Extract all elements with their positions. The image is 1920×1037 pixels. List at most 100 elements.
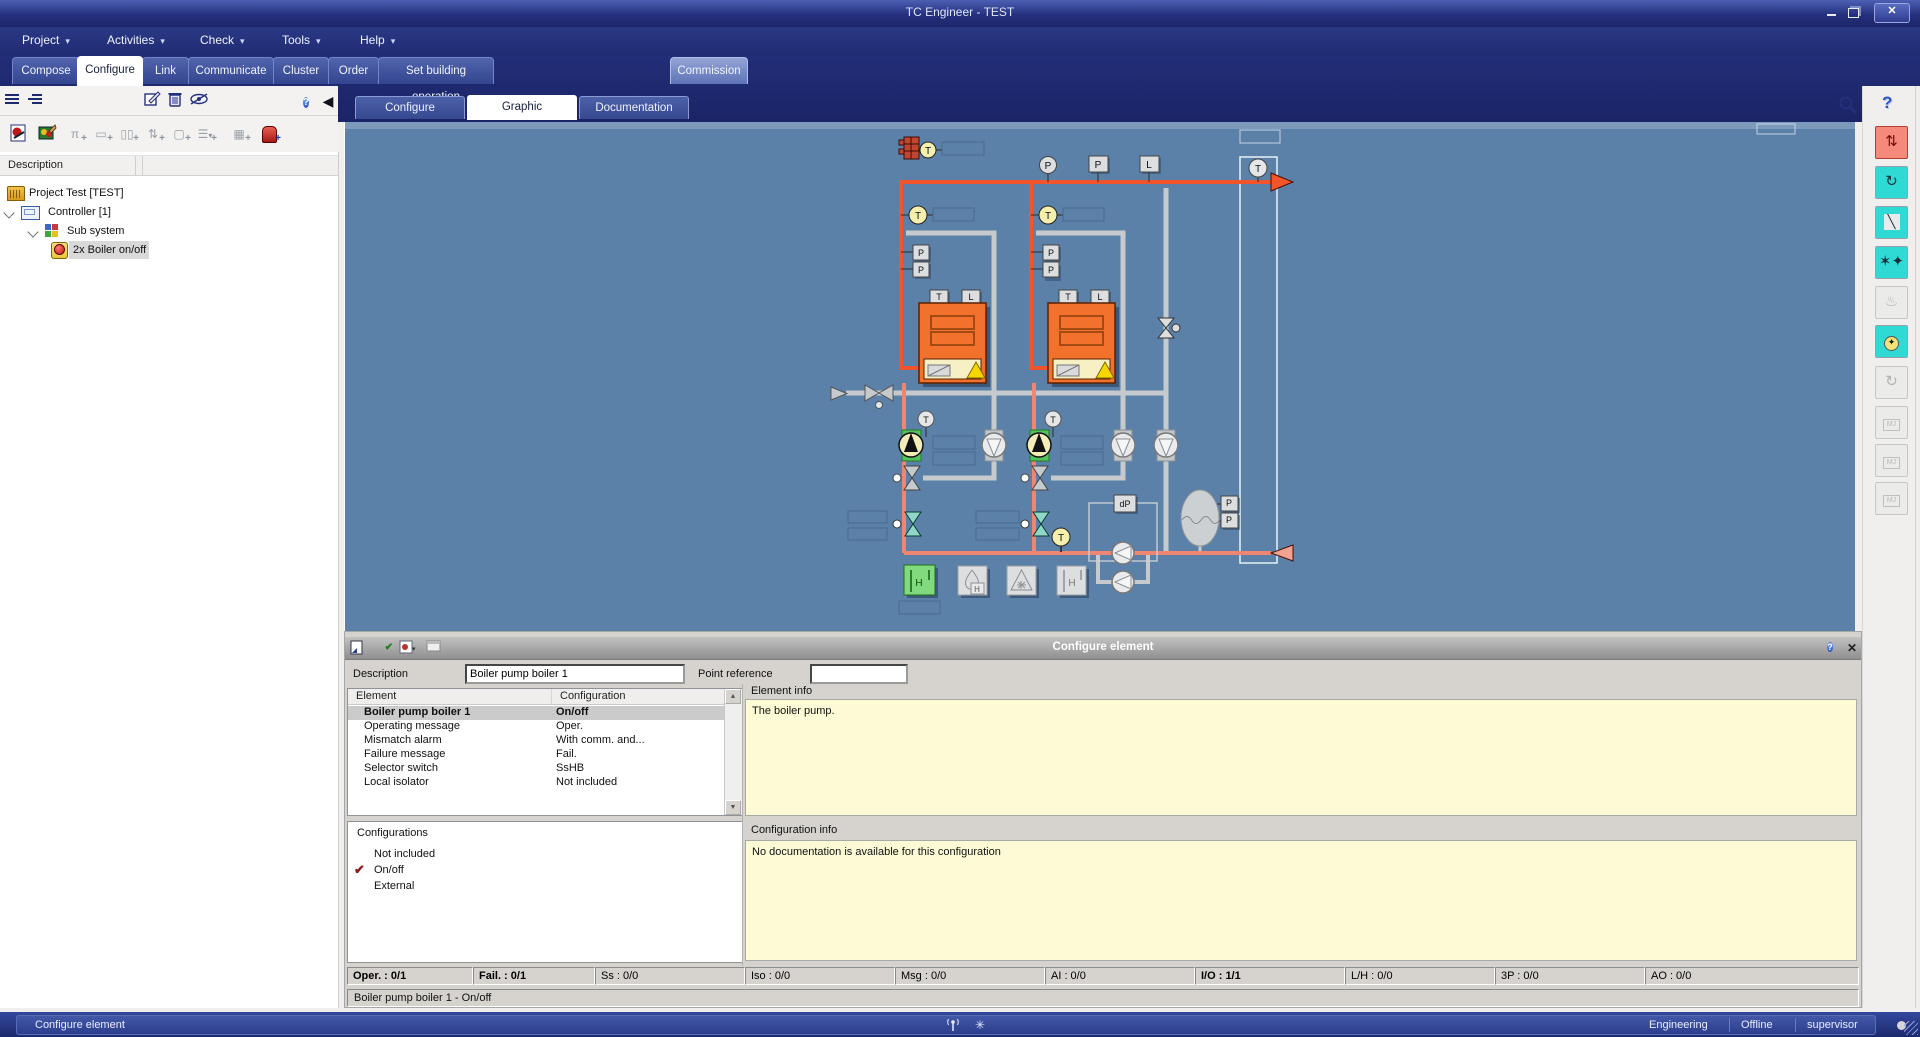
add-list-icon[interactable]: ☰▾ — [192, 122, 218, 148]
add-display-icon[interactable]: ▢ — [166, 122, 192, 148]
subtab-graphic[interactable]: Graphic — [467, 95, 577, 120]
column-header-element[interactable]: Element — [348, 689, 552, 705]
panel-title-bar[interactable]: ✔ ▾ Configure element ? ✕ — [345, 637, 1861, 660]
table-row[interactable]: Operating messageOper. — [348, 720, 725, 734]
chevron-down-icon[interactable] — [27, 226, 38, 237]
panel-title: Configure element — [345, 641, 1861, 653]
boiler-pump-1-selected[interactable] — [899, 430, 923, 461]
menu-project[interactable]: Project — [22, 33, 70, 47]
panel-close-icon[interactable]: ✕ — [1844, 640, 1860, 656]
tree-item-boiler-element[interactable]: 2x Boiler on/off — [0, 241, 338, 260]
tree-column-header[interactable]: Description — [0, 155, 338, 176]
chevron-down-icon[interactable] — [3, 207, 14, 218]
help-circle-icon[interactable]: ? — [296, 91, 316, 111]
tree-item-project[interactable]: Project Test [TEST] — [0, 184, 338, 203]
svg-text:L: L — [1097, 292, 1102, 302]
flame-tool-icon[interactable]: ♨ — [1875, 286, 1908, 319]
scroll-down-icon[interactable]: ▼ — [725, 800, 741, 815]
configuration-option-selected[interactable]: On/off — [374, 864, 404, 876]
tree-item-subsystem[interactable]: Sub system — [0, 222, 338, 241]
restore-button[interactable] — [1844, 5, 1862, 21]
add-columns-icon[interactable]: ▯▯ — [114, 122, 140, 148]
svg-text:H: H — [915, 578, 922, 589]
boiler-2[interactable]: T L — [1048, 290, 1119, 387]
point-reference-input[interactable] — [810, 664, 908, 684]
subtab-configure[interactable]: Configure — [355, 96, 465, 119]
pump-tool-icon[interactable]: ✦ — [1875, 325, 1908, 358]
add-boiler-element-icon[interactable] — [256, 122, 282, 148]
mj-meter-2-icon[interactable]: MJ — [1875, 444, 1908, 477]
table-row[interactable]: Selector switchSsHB — [348, 762, 725, 776]
table-scrollbar[interactable]: ▲ ▼ — [724, 689, 742, 815]
panel-help-icon[interactable]: ? — [1822, 640, 1838, 656]
menu-help[interactable]: Help — [360, 33, 395, 47]
hide-eye-icon[interactable] — [189, 90, 209, 110]
collapse-left-icon[interactable]: ◀ — [318, 91, 338, 111]
function-block[interactable]: H — [1057, 566, 1089, 598]
help-icon[interactable]: ? — [1882, 93, 1892, 113]
search-icon[interactable] — [1838, 95, 1858, 120]
plant-schematic[interactable]: T P P L T T T P P — [345, 122, 1855, 631]
boiler-1[interactable]: T L — [919, 290, 990, 387]
graphic-tool-icon[interactable] — [6, 122, 32, 148]
scroll-up-icon[interactable]: ▲ — [725, 689, 741, 704]
mj-meter-1-icon[interactable]: MJ — [1875, 406, 1908, 439]
tab-set-building-operation[interactable]: Set building operation — [378, 57, 494, 84]
function-block-active[interactable]: H — [904, 565, 938, 598]
tab-commission[interactable]: Commission — [670, 57, 748, 84]
title-bar[interactable]: TC Engineer - TEST ✕ — [0, 0, 1920, 27]
table-row[interactable]: Failure messageFail. — [348, 748, 725, 762]
cycle-tool-icon[interactable]: ↻ — [1875, 166, 1908, 199]
pump[interactable] — [1154, 430, 1178, 461]
table-row[interactable]: Boiler pump boiler 1On/off — [348, 706, 725, 720]
pump[interactable] — [1111, 430, 1135, 461]
function-block[interactable] — [1007, 566, 1039, 598]
svg-text:dP: dP — [1119, 499, 1130, 509]
function-block[interactable]: H — [958, 566, 990, 598]
svg-text:T: T — [1065, 292, 1071, 302]
delete-icon[interactable] — [165, 90, 185, 110]
paint-tool-icon[interactable] — [34, 122, 60, 148]
menu-tools[interactable]: Tools — [282, 33, 321, 47]
description-input[interactable] — [465, 664, 685, 684]
minimize-button[interactable] — [1822, 5, 1840, 21]
table-row[interactable]: Local isolatorNot included — [348, 776, 725, 790]
add-pi-icon[interactable]: π — [62, 122, 88, 148]
connect-points-tool-icon[interactable]: ⇅ — [1875, 126, 1908, 159]
subtab-documentation[interactable]: Documentation — [579, 96, 689, 119]
tab-link[interactable]: Link — [142, 57, 189, 84]
graphic-canvas[interactable]: T P P L T T T P P — [344, 122, 1855, 631]
settings-gear-icon[interactable]: ✳ — [975, 1018, 985, 1032]
menu-list-icon[interactable] — [4, 92, 24, 112]
tree-item-controller[interactable]: Controller [1] — [0, 203, 338, 222]
table-row[interactable]: Mismatch alarmWith comm. and... — [348, 734, 725, 748]
tab-configure[interactable]: Configure — [77, 56, 143, 86]
resize-grip[interactable] — [1904, 1021, 1918, 1035]
status-cell-ao: AO : 0/0 — [1645, 967, 1859, 985]
tab-cluster[interactable]: Cluster — [273, 57, 329, 84]
column-header-configuration[interactable]: Configuration — [552, 689, 726, 705]
spark-tool-icon[interactable]: ✶✦ — [1875, 246, 1908, 279]
pump[interactable] — [982, 430, 1006, 461]
add-sort-icon[interactable]: ⇅ — [140, 122, 166, 148]
menu-activities[interactable]: Activities — [107, 33, 165, 47]
edit-icon[interactable] — [142, 90, 162, 110]
menu-check[interactable]: Check — [200, 33, 245, 47]
antenna-icon[interactable] — [945, 1017, 961, 1037]
tab-compose[interactable]: Compose — [12, 57, 80, 84]
tree-list-icon[interactable] — [27, 92, 47, 112]
tab-communicate[interactable]: Communicate — [188, 57, 274, 84]
configuration-option[interactable]: External — [374, 880, 414, 892]
configuration-info-box: No documentation is available for this c… — [745, 840, 1857, 961]
add-grid-icon[interactable]: ▦ — [226, 122, 252, 148]
tab-order[interactable]: Order — [328, 57, 379, 84]
mj-meter-3-icon[interactable]: MJ — [1875, 482, 1908, 515]
close-button[interactable]: ✕ — [1874, 3, 1910, 23]
element-info-text: The boiler pump. — [752, 705, 835, 717]
boiler-pump-2-selected[interactable] — [1027, 430, 1051, 461]
configuration-option[interactable]: Not included — [374, 848, 435, 860]
line-tool-icon[interactable]: ╲ — [1875, 206, 1908, 239]
status-user: supervisor — [1807, 1019, 1858, 1031]
add-frame-icon[interactable]: ▭ — [88, 122, 114, 148]
cycle-disabled-tool-icon[interactable]: ↻ — [1875, 366, 1908, 399]
